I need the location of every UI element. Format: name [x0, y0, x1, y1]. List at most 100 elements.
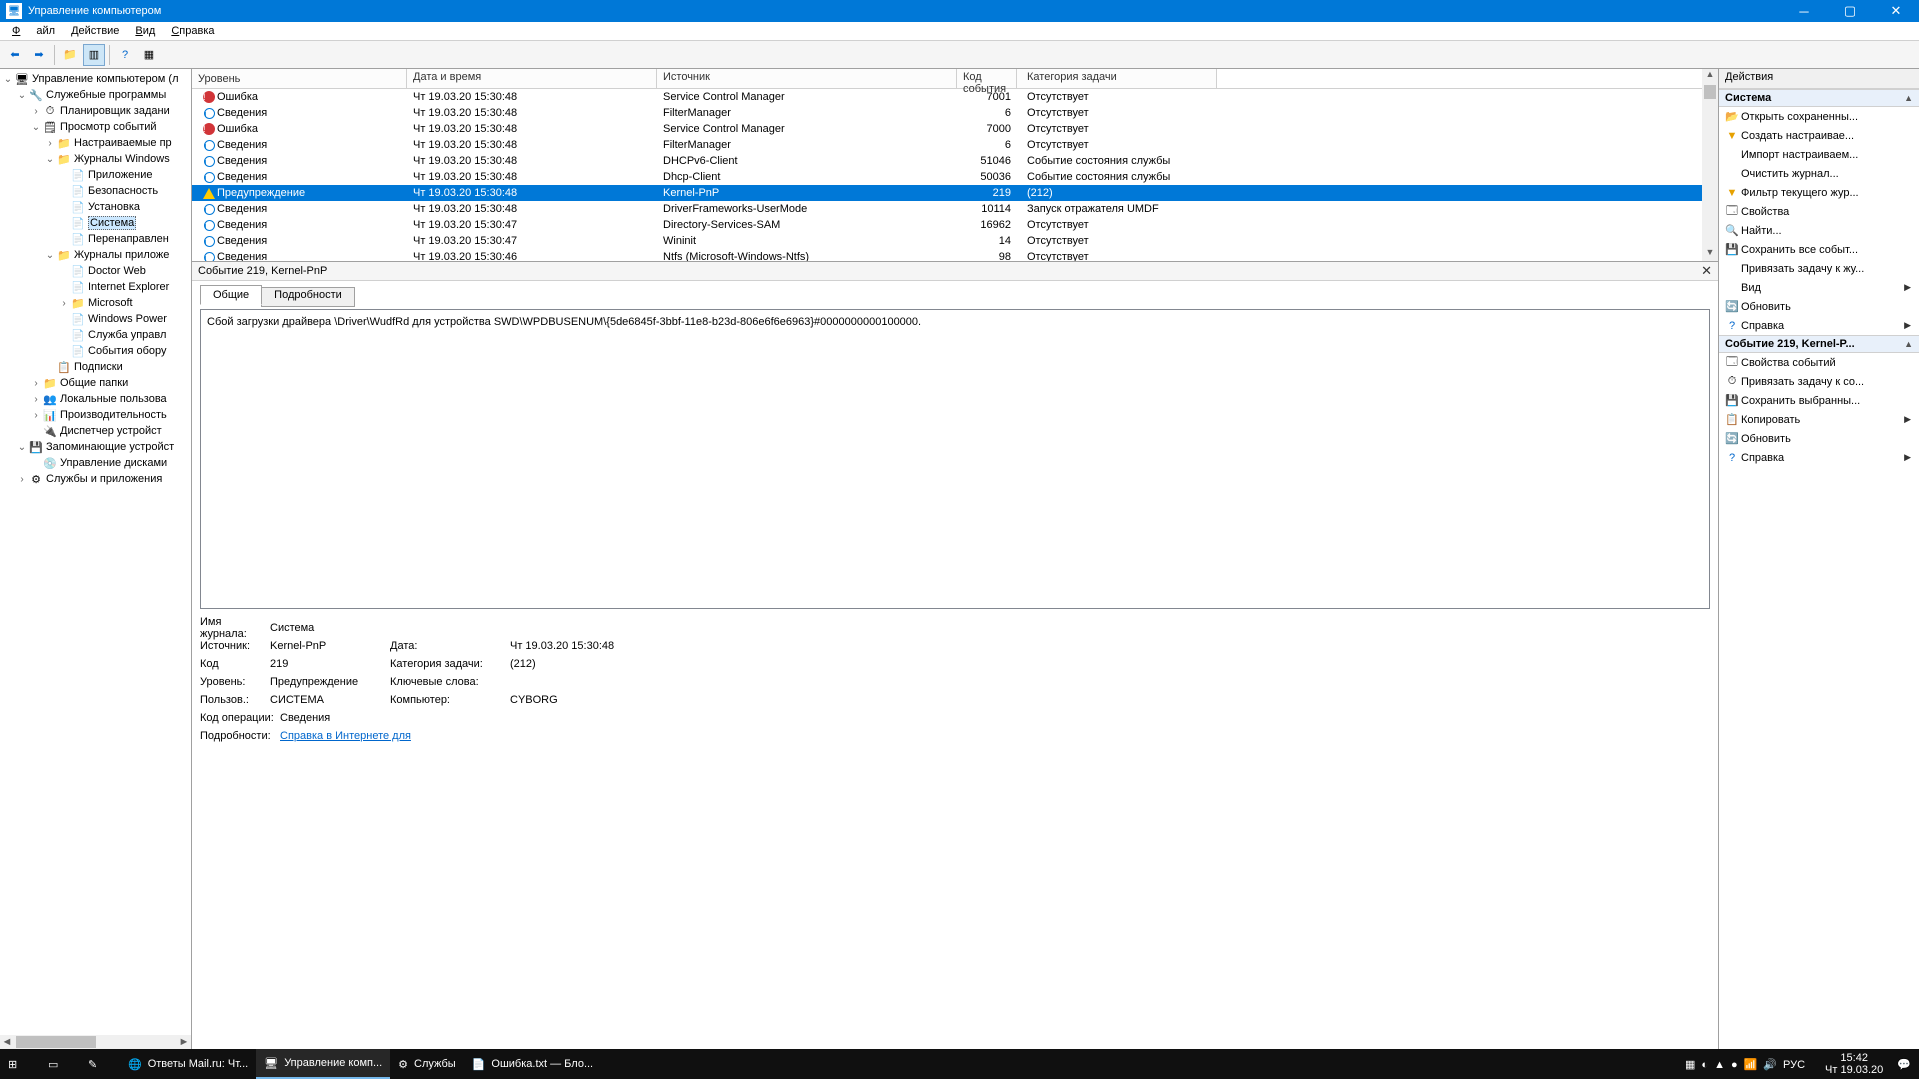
tree-item[interactable]: 📄Безопасность [0, 183, 191, 199]
tray-icon[interactable]: 📶 [1744, 1059, 1758, 1071]
table-row[interactable]: ПредупреждениеЧт 19.03.20 15:30:48Kernel… [192, 185, 1702, 201]
tree-item[interactable]: 📄Установка [0, 199, 191, 215]
table-row[interactable]: iСведенияЧт 19.03.20 15:30:47Directory-S… [192, 217, 1702, 233]
tree-expand-icon[interactable]: › [44, 138, 56, 149]
table-row[interactable]: iСведенияЧт 19.03.20 15:30:48DriverFrame… [192, 201, 1702, 217]
action-item[interactable]: 🔄Обновить [1719, 297, 1919, 316]
online-help-link[interactable]: Справка в Интернете для [280, 730, 411, 742]
tray-icon[interactable]: ▦ [1685, 1059, 1695, 1071]
table-row[interactable]: !ОшибкаЧт 19.03.20 15:30:48Service Contr… [192, 89, 1702, 105]
table-row[interactable]: iСведенияЧт 19.03.20 15:30:48FilterManag… [192, 105, 1702, 121]
action-item[interactable]: 🗔Свойства [1719, 202, 1919, 221]
taskbar-item[interactable]: 🖥Управление комп... [256, 1049, 390, 1079]
maximize-button[interactable]: ▢ [1827, 0, 1873, 22]
tree-expand-icon[interactable]: › [30, 394, 42, 405]
event-vertical-scrollbar[interactable]: ▲ ▼ [1702, 69, 1718, 261]
action-item[interactable]: 📂Открыть сохраненны... [1719, 107, 1919, 126]
action-item[interactable]: 🗔Свойства событий [1719, 353, 1919, 372]
close-button[interactable]: ✕ [1873, 0, 1919, 22]
taskbar-item[interactable]: ▭ [40, 1049, 80, 1079]
tab-general[interactable]: Общие [200, 285, 262, 305]
tree-item[interactable]: ›📁Общие папки [0, 375, 191, 391]
tree-expand-icon[interactable]: ⌄ [16, 442, 28, 453]
menu-file[interactable]: Файл [4, 25, 63, 37]
tray-icon[interactable]: ▲ [1714, 1059, 1725, 1071]
action-item[interactable]: ?Справка▶ [1719, 316, 1919, 335]
action-item[interactable]: ▼Создать настраивае... [1719, 126, 1919, 145]
tree-item[interactable]: 📄Приложение [0, 167, 191, 183]
back-button[interactable]: ⬅ [4, 44, 26, 66]
help-button[interactable]: ? [114, 44, 136, 66]
tree-item[interactable]: 🔌Диспетчер устройст [0, 423, 191, 439]
taskbar-item[interactable]: 📄Ошибка.txt — Бло... [464, 1049, 601, 1079]
table-row[interactable]: iСведенияЧт 19.03.20 15:30:48Dhcp-Client… [192, 169, 1702, 185]
action-item[interactable]: Импорт настраиваем... [1719, 145, 1919, 164]
tab-details[interactable]: Подробности [261, 287, 355, 307]
tree-item[interactable]: ⌄📁Журналы Windows [0, 151, 191, 167]
table-row[interactable]: iСведенияЧт 19.03.20 15:30:47Wininit14От… [192, 233, 1702, 249]
tree-item[interactable]: ⌄🗒Просмотр событий [0, 119, 191, 135]
tree-item[interactable]: ›⏱Планировщик задани [0, 103, 191, 119]
tree-item[interactable]: 📄Doctor Web [0, 263, 191, 279]
tree-item[interactable]: 📄События обору [0, 343, 191, 359]
tree-item[interactable]: ⌄💾Запоминающие устройст [0, 439, 191, 455]
tray-icon[interactable]: ● [1731, 1059, 1738, 1071]
minimize-button[interactable]: ─ [1781, 0, 1827, 22]
tree-expand-icon[interactable]: ⌄ [44, 154, 56, 165]
menu-help[interactable]: Справка [163, 25, 222, 37]
tree-item[interactable]: 📄Internet Explorer [0, 279, 191, 295]
col-source[interactable]: Источник [657, 69, 957, 88]
tree-item[interactable]: 📄Перенаправлен [0, 231, 191, 247]
table-row[interactable]: iСведенияЧт 19.03.20 15:30:48FilterManag… [192, 137, 1702, 153]
action-item[interactable]: Очистить журнал... [1719, 164, 1919, 183]
table-row[interactable]: !ОшибкаЧт 19.03.20 15:30:48Service Contr… [192, 121, 1702, 137]
detail-close-icon[interactable]: ✕ [1701, 263, 1712, 279]
col-date[interactable]: Дата и время [407, 69, 657, 88]
tree-expand-icon[interactable]: › [30, 378, 42, 389]
taskbar-item[interactable]: ✎ [80, 1049, 120, 1079]
action-item[interactable]: Вид▶ [1719, 278, 1919, 297]
tree-expand-icon[interactable]: ⌄ [44, 250, 56, 261]
tree-item[interactable]: ›📁Настраиваемые пр [0, 135, 191, 151]
action-item[interactable]: 🔍Найти... [1719, 221, 1919, 240]
col-level[interactable]: Уровень [192, 69, 407, 88]
taskbar-item[interactable]: ⊞ [0, 1049, 40, 1079]
tree-item[interactable]: 📄Служба управл [0, 327, 191, 343]
col-category[interactable]: Категория задачи [1017, 69, 1217, 88]
tray-icon[interactable]: ◐ [1701, 1059, 1708, 1071]
action-item[interactable]: 🔄Обновить [1719, 429, 1919, 448]
taskbar-clock[interactable]: 15:42Чт 19.03.20 [1819, 1052, 1889, 1076]
notification-icon[interactable]: 💬 [1897, 1058, 1911, 1071]
menu-view[interactable]: Вид [127, 25, 163, 37]
tree-expand-icon[interactable]: › [30, 106, 42, 117]
action-item[interactable]: 📋Копировать▶ [1719, 410, 1919, 429]
tree-expand-icon[interactable]: › [30, 410, 42, 421]
tree-item[interactable]: ›⚙Службы и приложения [0, 471, 191, 487]
tree-item[interactable]: ⌄🔧Служебные программы [0, 87, 191, 103]
tree-expand-icon[interactable]: ⌄ [30, 122, 42, 133]
action-item[interactable]: ⏱Привязать задачу к со... [1719, 372, 1919, 391]
menu-action[interactable]: Действие [63, 25, 127, 37]
tree-horizontal-scrollbar[interactable]: ◄► [0, 1035, 191, 1049]
action-item[interactable]: 💾Сохранить все событ... [1719, 240, 1919, 259]
show-hide-tree-button[interactable]: 📁 [59, 44, 81, 66]
col-code[interactable]: Код события [957, 69, 1017, 88]
tb-btn-4[interactable]: ▦ [138, 44, 160, 66]
tree-expand-icon[interactable]: ⌄ [2, 74, 14, 85]
action-item[interactable]: ▼Фильтр текущего жур... [1719, 183, 1919, 202]
action-item[interactable]: Привязать задачу к жу... [1719, 259, 1919, 278]
tree-item[interactable]: 📋Подписки [0, 359, 191, 375]
tree-item[interactable]: ›👥Локальные пользова [0, 391, 191, 407]
action-item[interactable]: ?Справка▶ [1719, 448, 1919, 467]
taskbar-item[interactable]: ⚙Службы [390, 1049, 464, 1079]
action-item[interactable]: 💾Сохранить выбранны... [1719, 391, 1919, 410]
tree-item[interactable]: ⌄📁Журналы приложе [0, 247, 191, 263]
tree-item[interactable]: 📄Система [0, 215, 191, 231]
tree-item[interactable]: ⌄🖥Управление компьютером (л [0, 71, 191, 87]
tree-item[interactable]: ›📁Microsoft [0, 295, 191, 311]
taskbar-item[interactable]: 🌐Ответы Mail.ru: Чт... [120, 1049, 256, 1079]
table-row[interactable]: iСведенияЧт 19.03.20 15:30:48DHCPv6-Clie… [192, 153, 1702, 169]
tb-btn-2[interactable]: ▥ [83, 44, 105, 66]
tree-item[interactable]: ›📊Производительность [0, 407, 191, 423]
tree-expand-icon[interactable]: › [16, 474, 28, 485]
